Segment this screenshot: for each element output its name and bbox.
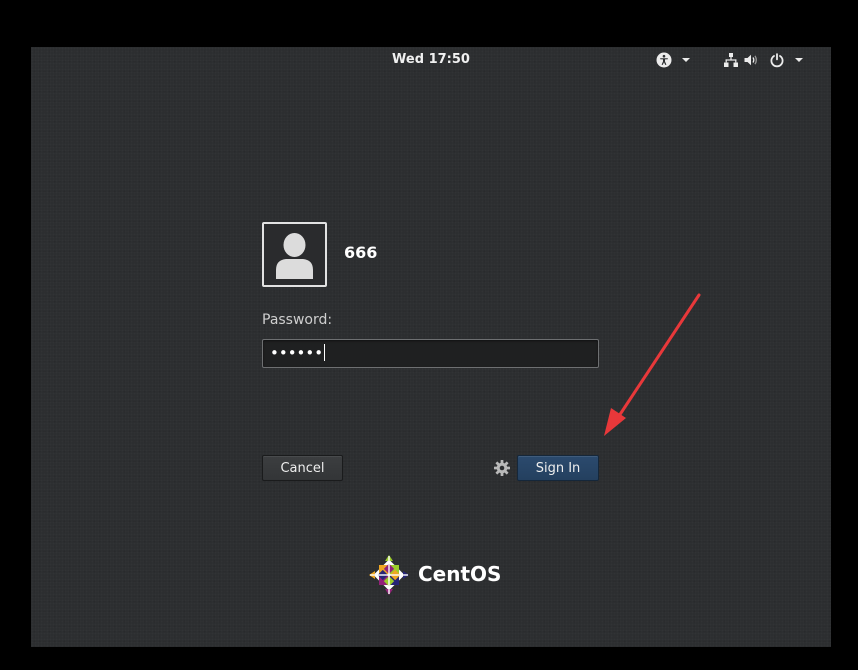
brand-name: CentOS bbox=[418, 562, 502, 586]
cancel-button[interactable]: Cancel bbox=[262, 455, 343, 481]
volume-icon bbox=[744, 54, 757, 66]
user-avatar bbox=[262, 222, 327, 287]
network-wired-icon bbox=[724, 53, 738, 67]
username-label: 666 bbox=[344, 243, 378, 262]
user-silhouette-icon bbox=[276, 233, 313, 279]
accessibility-menu[interactable] bbox=[656, 51, 692, 69]
sign-in-button[interactable]: Sign In bbox=[517, 455, 599, 481]
centos-logo-icon bbox=[369, 555, 409, 595]
chevron-down-icon bbox=[682, 58, 690, 62]
top-bar: Wed 17:50 bbox=[31, 47, 831, 74]
password-label: Password: bbox=[262, 312, 333, 328]
login-screen: Wed 17:50 666 Password: •••••• Cancel Si… bbox=[31, 47, 831, 647]
text-cursor bbox=[324, 344, 326, 361]
accessibility-icon bbox=[656, 52, 672, 68]
password-value-wrapper: •••••• bbox=[270, 343, 326, 363]
power-icon bbox=[770, 53, 784, 68]
password-value: •••••• bbox=[270, 344, 324, 362]
password-field[interactable]: •••••• bbox=[262, 339, 599, 368]
system-menu[interactable] bbox=[723, 51, 805, 69]
chevron-down-icon bbox=[795, 58, 803, 62]
session-settings-gear-icon[interactable] bbox=[493, 459, 511, 477]
clock[interactable]: Wed 17:50 bbox=[31, 52, 831, 67]
